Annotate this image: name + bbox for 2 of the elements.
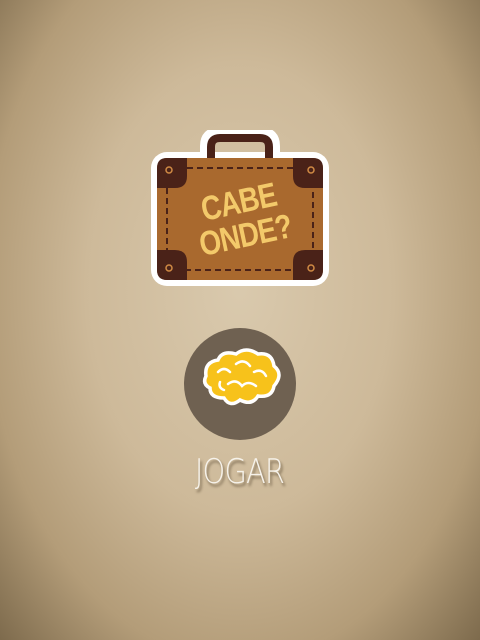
play-button[interactable]: JOGAR <box>184 328 296 492</box>
brain-icon <box>184 328 296 440</box>
